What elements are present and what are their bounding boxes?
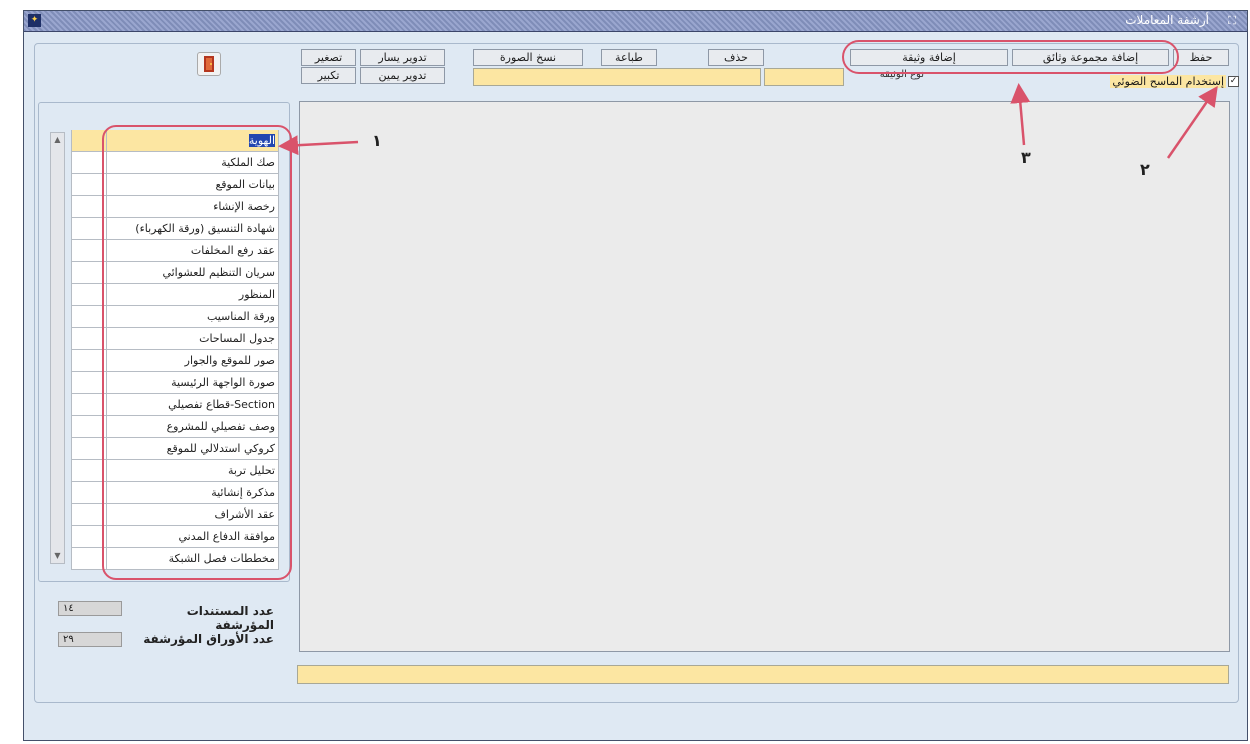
zoom-in-button[interactable]: تكبير [301, 67, 356, 84]
archived-docs-label: عدد المستندات المؤرشفة [186, 604, 274, 632]
use-scanner-label: إستخدام الماسح الضوئي [1110, 74, 1226, 88]
scroll-down-icon[interactable]: ▼ [52, 550, 63, 562]
annotation-oval-documents-list [102, 125, 292, 580]
use-scanner-option[interactable]: ✓ إستخدام الماسح الضوئي [1094, 73, 1239, 89]
scroll-up-icon[interactable]: ▲ [52, 134, 63, 146]
window-menu-icon[interactable]: ⛶ [1225, 14, 1239, 27]
document-type-code-field[interactable] [764, 68, 844, 86]
annotation-oval-add-buttons [842, 40, 1179, 74]
archived-pages-label: عدد الأوراق المؤرشفة [143, 632, 274, 646]
print-button[interactable]: طباعة [601, 49, 657, 66]
annotation-number-three: ٣ [1021, 148, 1031, 167]
document-type-field[interactable] [473, 68, 761, 86]
rotate-left-button[interactable]: تدوير يسار [360, 49, 445, 66]
archived-docs-count: ١٤ [58, 601, 122, 616]
exit-door-icon[interactable] [197, 52, 221, 76]
annotation-number-one: ١ [372, 131, 382, 150]
zoom-out-button[interactable]: تصغير [301, 49, 356, 66]
rotate-right-button[interactable]: تدوير يمين [360, 67, 445, 84]
image-viewer[interactable] [299, 101, 1230, 652]
annotation-number-two: ٢ [1140, 160, 1150, 179]
archived-pages-count: ٢٩ [58, 632, 122, 647]
window-title: أرشفة المعاملات [1125, 13, 1209, 27]
copy-image-button[interactable]: نسخ الصورة [473, 49, 583, 66]
app-icon: ✦ [28, 14, 41, 27]
status-field [297, 665, 1229, 684]
use-scanner-checkbox[interactable]: ✓ [1228, 75, 1239, 87]
title-bar: ✦ أرشفة المعاملات ⛶ [24, 11, 1247, 32]
save-button[interactable]: حفظ [1173, 49, 1229, 66]
delete-button[interactable]: حذف [708, 49, 764, 66]
documents-scrollbar[interactable]: ▲ ▼ [50, 132, 65, 564]
